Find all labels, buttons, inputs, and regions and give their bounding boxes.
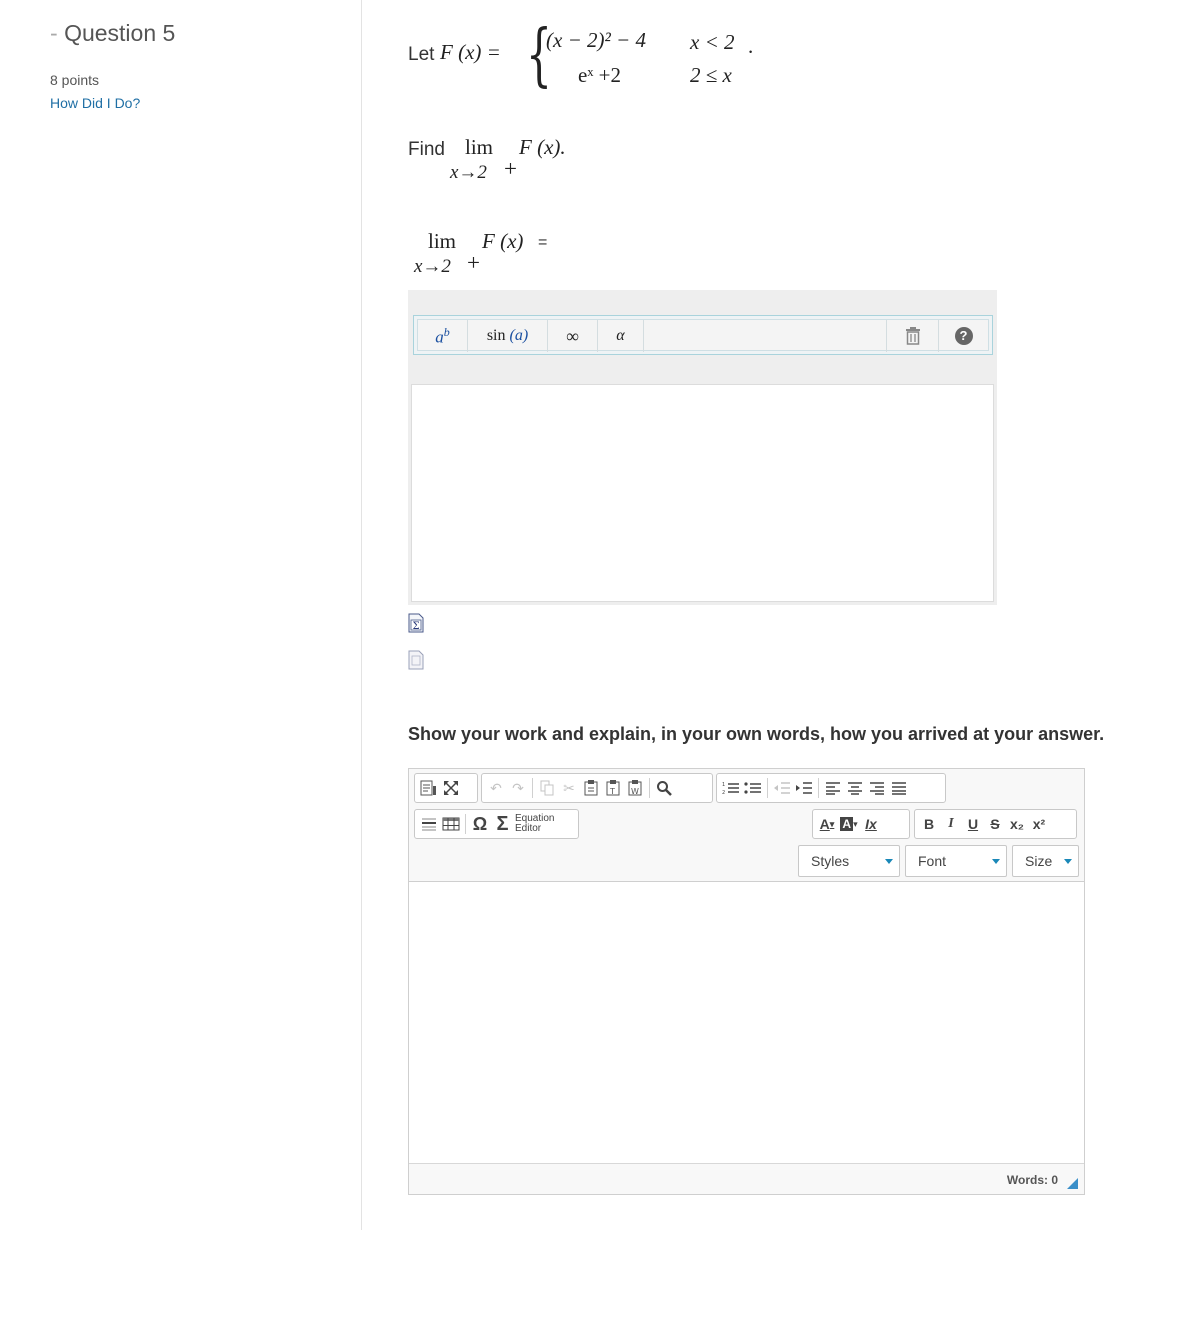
equation-editor-button[interactable]: Equation Editor xyxy=(513,812,563,836)
how-did-i-do-link[interactable]: How Did I Do? xyxy=(50,95,140,111)
answer-lim-plus: + xyxy=(467,250,480,275)
answer-lim-subscript: x→2 xyxy=(414,256,451,277)
outdent-icon[interactable] xyxy=(771,776,793,800)
equation-editor-sigma-icon[interactable]: Σ xyxy=(491,812,513,836)
copy-icon[interactable] xyxy=(536,776,558,800)
paste-icon[interactable] xyxy=(580,776,602,800)
question-points: 8 points xyxy=(50,72,100,88)
strikethrough-icon[interactable]: S xyxy=(984,812,1006,836)
lim-plus: + xyxy=(504,156,517,181)
trash-icon[interactable] xyxy=(886,320,938,352)
math-toolbar: ab sin (a) ∞ α ? xyxy=(413,315,993,355)
help-icon[interactable]: ? xyxy=(938,320,988,352)
math-answer-widget: ab sin (a) ∞ α ? xyxy=(408,290,997,605)
source-icon[interactable] xyxy=(418,776,440,800)
special-char-icon[interactable]: Ω xyxy=(469,812,491,836)
remove-format-icon[interactable]: Ix xyxy=(860,812,882,836)
alpha-button[interactable]: α xyxy=(598,320,644,352)
background-color-icon[interactable]: A ▾ xyxy=(838,812,860,836)
document-icon[interactable] xyxy=(408,650,424,670)
text-color-icon[interactable]: A ▾ xyxy=(816,812,838,836)
case2-condition: 2 ≤ x xyxy=(690,63,732,87)
size-dropdown[interactable]: Size xyxy=(1012,845,1079,877)
work-prompt: Show your work and explain, in your own … xyxy=(408,724,1105,744)
svg-text:Σ: Σ xyxy=(413,621,420,632)
chevron-down-icon xyxy=(1064,859,1072,864)
bold-icon[interactable]: B xyxy=(918,812,940,836)
align-right-icon[interactable] xyxy=(866,776,888,800)
case1-expression: (x − 2)² − 4 xyxy=(546,28,646,52)
paste-text-icon[interactable]: T xyxy=(602,776,624,800)
chevron-down-icon xyxy=(992,859,1000,864)
sin-button[interactable]: sin (a) xyxy=(468,320,548,352)
toolbar-group-clipboard: ↶ ↷ ✂ T W xyxy=(481,773,713,803)
math-toolbar-inner: ab sin (a) ∞ α ? xyxy=(417,319,989,352)
toolbar-group-colors: A ▾ A ▾ Ix xyxy=(812,809,910,839)
find-target: F (x). xyxy=(519,135,566,159)
case2-expression: eˣ +2 xyxy=(578,63,621,87)
redo-icon[interactable]: ↷ xyxy=(507,776,529,800)
align-left-icon[interactable] xyxy=(822,776,844,800)
justify-icon[interactable] xyxy=(888,776,910,800)
maximize-icon[interactable] xyxy=(440,776,462,800)
answer-equals: = xyxy=(538,234,548,251)
align-center-icon[interactable] xyxy=(844,776,866,800)
power-button[interactable]: ab xyxy=(418,320,468,352)
svg-text:W: W xyxy=(631,787,639,796)
svg-text:T: T xyxy=(609,787,615,796)
paste-word-icon[interactable]: W xyxy=(624,776,646,800)
italic-icon[interactable]: I xyxy=(940,812,962,836)
find-label: Find xyxy=(408,139,445,160)
lim-subscript: x→2 xyxy=(450,162,487,183)
lim-word: lim xyxy=(465,135,494,159)
infinity-button[interactable]: ∞ xyxy=(548,320,598,352)
question-title[interactable]: - Question 5 xyxy=(50,20,175,47)
toolbar-group-paragraph: 12 xyxy=(716,773,946,803)
horizontal-line-icon[interactable] xyxy=(418,812,440,836)
word-count: Words: 0 xyxy=(1006,1173,1058,1187)
search-icon[interactable] xyxy=(653,776,675,800)
indent-icon[interactable] xyxy=(793,776,815,800)
svg-text:2: 2 xyxy=(722,790,725,795)
bullet-list-icon[interactable] xyxy=(742,776,764,800)
undo-icon[interactable]: ↶ xyxy=(485,776,507,800)
cut-icon[interactable]: ✂ xyxy=(558,776,580,800)
table-icon[interactable] xyxy=(440,812,462,836)
definition-period: . xyxy=(748,34,754,58)
answer-target: F (x) xyxy=(482,229,524,253)
editor-body[interactable] xyxy=(409,881,1084,1164)
resize-handle-icon[interactable] xyxy=(1067,1178,1078,1189)
chevron-down-icon xyxy=(885,859,893,864)
subscript-icon[interactable]: x₂ xyxy=(1006,812,1028,836)
question-sidebar: - Question 5 8 points How Did I Do? xyxy=(0,0,362,1230)
math-answer-input[interactable] xyxy=(411,384,994,602)
numbered-list-icon[interactable]: 12 xyxy=(720,776,742,800)
toolbar-group-insert: Ω Σ Equation Editor xyxy=(414,809,579,839)
question-title-text: Question 5 xyxy=(64,20,176,46)
case1-condition: x < 2 xyxy=(690,30,735,54)
svg-text:1: 1 xyxy=(722,782,725,788)
answer-lim-word: lim xyxy=(428,229,457,253)
function-lhs: F (x) = xyxy=(440,40,501,64)
toolbar-group-basic-styles: B I U S x₂ x² xyxy=(914,809,1077,839)
font-dropdown[interactable]: Font xyxy=(905,845,1007,877)
collapse-dash[interactable]: - xyxy=(50,20,58,46)
let-label: Let xyxy=(408,44,435,65)
equation-editor-icon[interactable]: Σ xyxy=(408,613,424,633)
editor-footer: Words: 0 xyxy=(409,1164,1084,1194)
superscript-icon[interactable]: x² xyxy=(1028,812,1050,836)
underline-icon[interactable]: U xyxy=(962,812,984,836)
toolbar-group-document xyxy=(414,773,478,803)
styles-dropdown[interactable]: Styles xyxy=(798,845,900,877)
rich-text-editor: ↶ ↷ ✂ T W 12 Ω Σ Equation Editor A ▾ A ▾… xyxy=(408,768,1085,1195)
